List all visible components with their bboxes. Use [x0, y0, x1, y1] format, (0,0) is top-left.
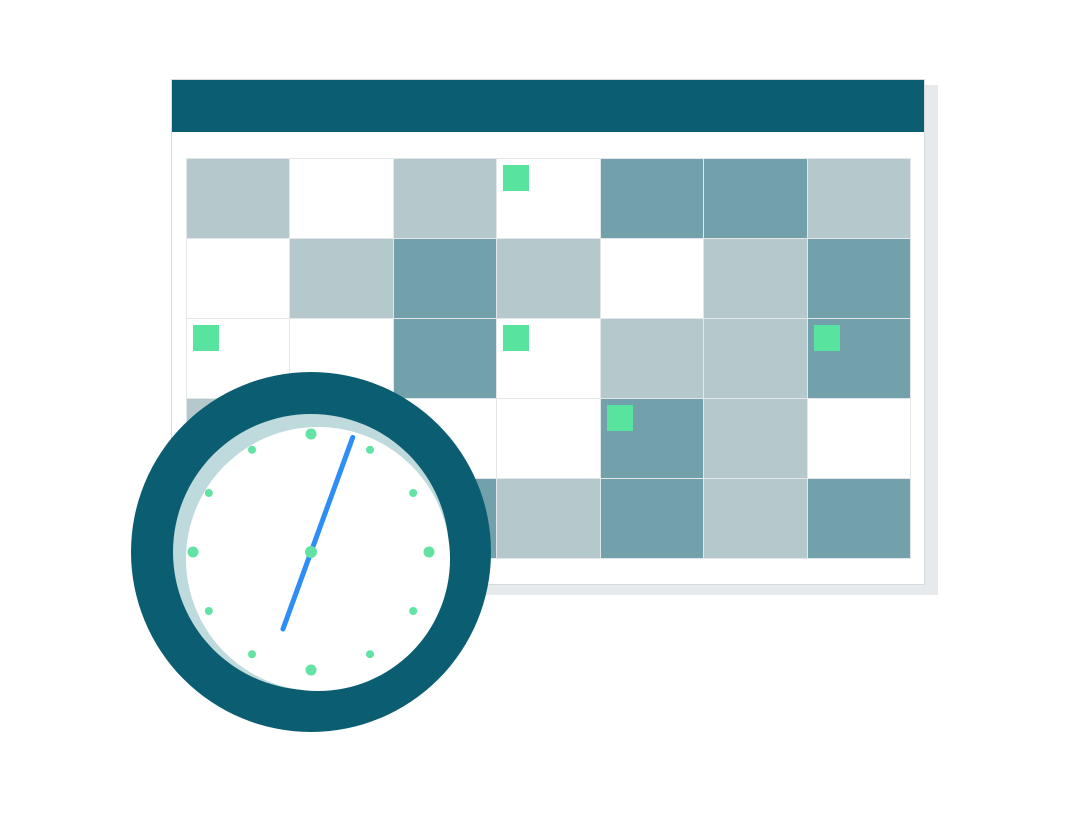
calendar-cell [290, 239, 393, 319]
calendar-cell [704, 399, 807, 479]
clock-icon [122, 363, 500, 741]
calendar-cell [601, 239, 704, 319]
calendar-cell [808, 239, 911, 319]
calendar-cell [601, 319, 704, 399]
calendar-cell [497, 159, 600, 239]
calendar-cell [601, 159, 704, 239]
event-marker [503, 165, 529, 191]
calendar-cell [808, 319, 911, 399]
calendar-cell [187, 159, 290, 239]
event-marker [607, 405, 633, 431]
event-marker [503, 325, 529, 351]
calendar-cell [394, 159, 497, 239]
calendar-cell [601, 399, 704, 479]
calendar-cell [497, 319, 600, 399]
calendar-cell [290, 159, 393, 239]
calendar-header-bar [172, 80, 924, 132]
calendar-cell [497, 399, 600, 479]
event-marker [814, 325, 840, 351]
calendar-cell [394, 239, 497, 319]
calendar-cell [808, 399, 911, 479]
calendar-cell [601, 479, 704, 559]
calendar-cell [808, 159, 911, 239]
calendar-cell [704, 479, 807, 559]
calendar-cell [808, 479, 911, 559]
calendar-cell [704, 159, 807, 239]
calendar-cell [704, 319, 807, 399]
calendar-cell [497, 479, 600, 559]
calendar-cell [497, 239, 600, 319]
event-marker [193, 325, 219, 351]
calendar-cell [704, 239, 807, 319]
calendar-cell [187, 239, 290, 319]
